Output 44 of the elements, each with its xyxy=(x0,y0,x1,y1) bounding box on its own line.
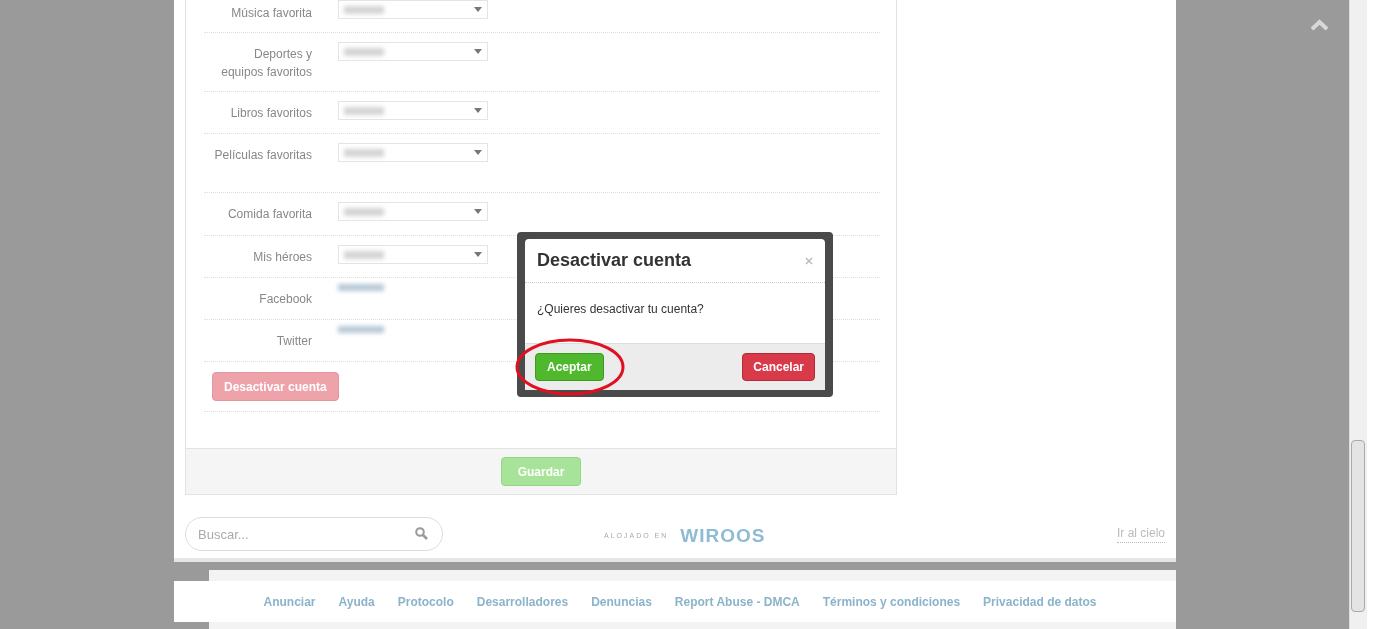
blurred-link[interactable] xyxy=(338,326,384,333)
dropdown[interactable] xyxy=(338,0,488,19)
dialog-title: Desactivar cuenta xyxy=(537,249,692,272)
dropdown[interactable] xyxy=(338,143,488,162)
scrollbar-thumb[interactable] xyxy=(1351,440,1365,612)
footer-link[interactable]: Denuncias xyxy=(591,592,652,611)
search-field[interactable]: Buscar... xyxy=(185,517,443,551)
caret-icon xyxy=(474,252,482,257)
host-logo[interactable]: WIROOS xyxy=(680,522,766,551)
dropdown[interactable] xyxy=(338,245,488,264)
field-label: Comida favorita xyxy=(226,206,312,223)
footer-link[interactable]: Anunciar xyxy=(263,592,316,611)
caret-icon xyxy=(474,49,482,54)
save-button[interactable]: Guardar xyxy=(500,457,582,486)
footer-link[interactable]: Protocolo xyxy=(397,592,454,611)
field-label: Mis héroes xyxy=(252,249,312,266)
caret-icon xyxy=(474,108,482,113)
footer-link[interactable]: Privacidad de datos xyxy=(983,592,1097,611)
search-icon[interactable] xyxy=(415,527,428,540)
dropdown[interactable] xyxy=(338,101,488,120)
field-label: Deportes y equipos favoritos xyxy=(220,46,312,81)
dialog-message: ¿Quieres desactivar tu cuenta? xyxy=(537,302,704,316)
caret-icon xyxy=(474,150,482,155)
up-chevron-icon[interactable] xyxy=(1311,19,1328,31)
field-label: Libros favoritos xyxy=(229,105,312,122)
top-link[interactable]: Ir al cielo xyxy=(1116,524,1165,543)
field-label: Música favorita xyxy=(230,5,312,22)
caret-icon xyxy=(474,7,482,12)
field-label: Facebook xyxy=(258,291,312,308)
caret-icon xyxy=(474,209,482,214)
blurred-link[interactable] xyxy=(338,284,384,291)
field-label: Películas favoritas xyxy=(213,147,312,164)
accept-button[interactable]: Aceptar xyxy=(535,353,604,381)
footer-link[interactable]: Términos y condiciones xyxy=(822,592,961,611)
footer-link[interactable]: Report Abuse - DMCA xyxy=(674,592,800,611)
field-label: Twitter xyxy=(275,333,312,350)
footer-link[interactable]: Ayuda xyxy=(338,592,375,611)
footer-link[interactable]: Desarrolladores xyxy=(476,592,569,611)
deactivate-button[interactable]: Desactivar cuenta xyxy=(212,372,339,401)
dropdown[interactable] xyxy=(338,42,488,61)
close-icon[interactable] xyxy=(805,256,813,265)
cancel-button[interactable]: Cancelar xyxy=(742,353,815,381)
scrollbar[interactable] xyxy=(1349,0,1367,629)
dropdown[interactable] xyxy=(338,202,488,221)
